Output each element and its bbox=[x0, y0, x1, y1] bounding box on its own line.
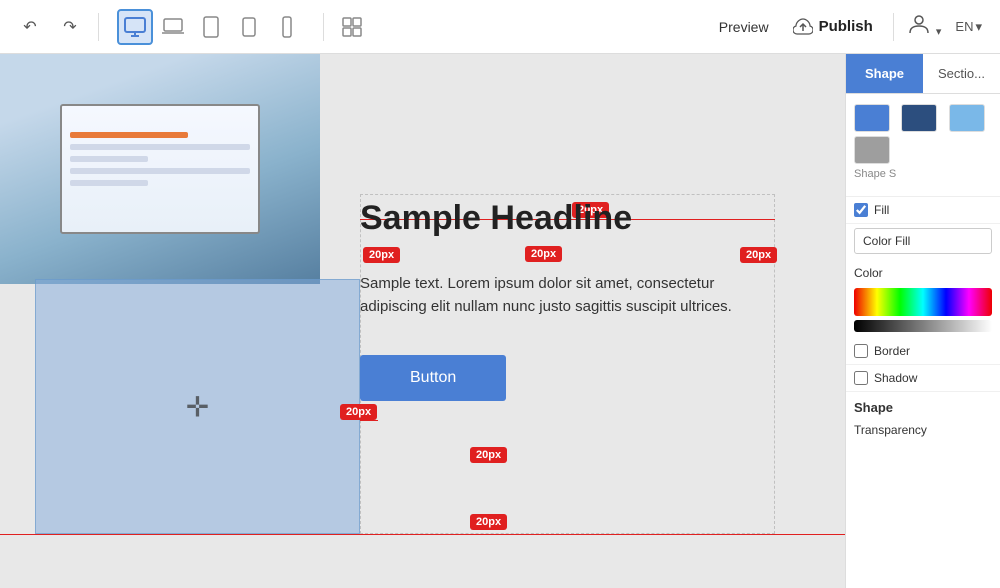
border-row: Border bbox=[846, 338, 1000, 365]
shape-style-label: Shape S bbox=[854, 168, 992, 180]
fill-dropdown[interactable]: Color Fill bbox=[854, 228, 992, 254]
lang-chevron: ▾ bbox=[975, 19, 982, 35]
content-section: Sample Headline 20px Sample text. Lorem … bbox=[360, 199, 760, 401]
color-swatches-section: Shape S bbox=[846, 94, 1000, 197]
fill-row: Fill bbox=[846, 197, 1000, 224]
screen-content bbox=[62, 106, 258, 232]
swatch-light-blue[interactable] bbox=[949, 104, 985, 132]
tab-shape-label: Shape bbox=[865, 66, 904, 81]
move-cursor-icon: ✛ bbox=[186, 390, 209, 423]
publish-button[interactable]: Publish bbox=[783, 11, 883, 43]
toolbar-divider-1 bbox=[98, 13, 99, 41]
toolbar: ↶ ↷ bbox=[0, 0, 1000, 54]
fill-type-label: Color Fill bbox=[863, 234, 910, 248]
cta-button-label: Button bbox=[410, 369, 456, 386]
swatch-dark-blue[interactable] bbox=[901, 104, 937, 132]
shadow-checkbox[interactable] bbox=[854, 371, 868, 385]
laptop-mockup bbox=[0, 54, 320, 284]
tab-section[interactable]: Sectio... bbox=[923, 54, 1000, 93]
fill-label: Fill bbox=[874, 203, 992, 217]
shadow-row: Shadow bbox=[846, 365, 1000, 392]
fill-checkbox[interactable] bbox=[854, 203, 868, 217]
screen-line-4 bbox=[70, 168, 250, 174]
swatch-placeholder bbox=[901, 136, 937, 164]
swatch-placeholder2 bbox=[949, 136, 985, 164]
canvas[interactable]: ✛ 20px 20px 20px Sample Headline 20px Sa… bbox=[0, 54, 845, 588]
main-area: ✛ 20px 20px 20px Sample Headline 20px Sa… bbox=[0, 54, 1000, 588]
device-mobile-button[interactable] bbox=[269, 9, 305, 45]
cta-button[interactable]: Button bbox=[360, 355, 506, 401]
undo-button[interactable]: ↶ bbox=[12, 9, 48, 45]
spacing-line-left bbox=[360, 420, 378, 421]
device-desktop-button[interactable] bbox=[117, 9, 153, 45]
screen-line-5 bbox=[70, 180, 148, 186]
border-checkbox[interactable] bbox=[854, 344, 868, 358]
shadow-label: Shadow bbox=[874, 371, 992, 385]
color-label: Color bbox=[846, 262, 1000, 284]
pages-button[interactable] bbox=[334, 9, 370, 45]
screen-line-1 bbox=[70, 132, 188, 138]
device-laptop-button[interactable] bbox=[155, 9, 191, 45]
swatch-gray[interactable] bbox=[854, 136, 890, 164]
shape-section-label: Shape bbox=[846, 392, 1000, 419]
swatch-blue[interactable] bbox=[854, 104, 890, 132]
screen-line-3 bbox=[70, 156, 148, 162]
transparency-label: Transparency bbox=[846, 419, 1000, 445]
redo-button[interactable]: ↷ bbox=[52, 9, 88, 45]
color-lightness[interactable] bbox=[854, 320, 992, 332]
tab-section-label: Sectio... bbox=[938, 66, 985, 81]
device-tablet-button[interactable] bbox=[193, 9, 229, 45]
toolbar-divider-3 bbox=[893, 13, 894, 41]
spacing-inner-top-badge: 20px bbox=[525, 246, 562, 262]
spacing-bluebox-left-badge: 20px bbox=[340, 404, 377, 420]
color-spectrum[interactable] bbox=[854, 288, 992, 316]
lang-label: EN bbox=[955, 19, 973, 34]
spacing-btn-top-badge: 20px bbox=[470, 447, 507, 463]
color-swatches-grid bbox=[854, 104, 992, 164]
body-text: Sample text. Lorem ipsum dolor sit amet,… bbox=[360, 272, 760, 319]
device-icons-group bbox=[117, 9, 305, 45]
publish-label: Publish bbox=[819, 18, 873, 35]
preview-button[interactable]: Preview bbox=[709, 13, 779, 41]
spacing-line-bottom bbox=[0, 534, 845, 535]
preview-label: Preview bbox=[719, 19, 769, 35]
screen-line-2 bbox=[70, 144, 250, 150]
laptop-screen bbox=[60, 104, 260, 234]
right-panel: Shape Sectio... Shape S Fill C bbox=[845, 54, 1000, 588]
border-label: Border bbox=[874, 344, 992, 358]
language-button[interactable]: EN ▾ bbox=[949, 15, 988, 39]
headline: Sample Headline bbox=[360, 199, 760, 238]
user-button[interactable]: ▾ bbox=[904, 9, 946, 45]
hero-image bbox=[0, 54, 320, 284]
tab-shape[interactable]: Shape bbox=[846, 54, 923, 93]
canvas-inner: ✛ 20px 20px 20px Sample Headline 20px Sa… bbox=[0, 54, 845, 588]
toolbar-divider-2 bbox=[323, 13, 324, 41]
device-tablet-sm-button[interactable] bbox=[231, 9, 267, 45]
spacing-btn-bottom-badge: 20px bbox=[470, 514, 507, 530]
blue-box[interactable]: ✛ bbox=[35, 279, 360, 534]
panel-tabs: Shape Sectio... bbox=[846, 54, 1000, 94]
